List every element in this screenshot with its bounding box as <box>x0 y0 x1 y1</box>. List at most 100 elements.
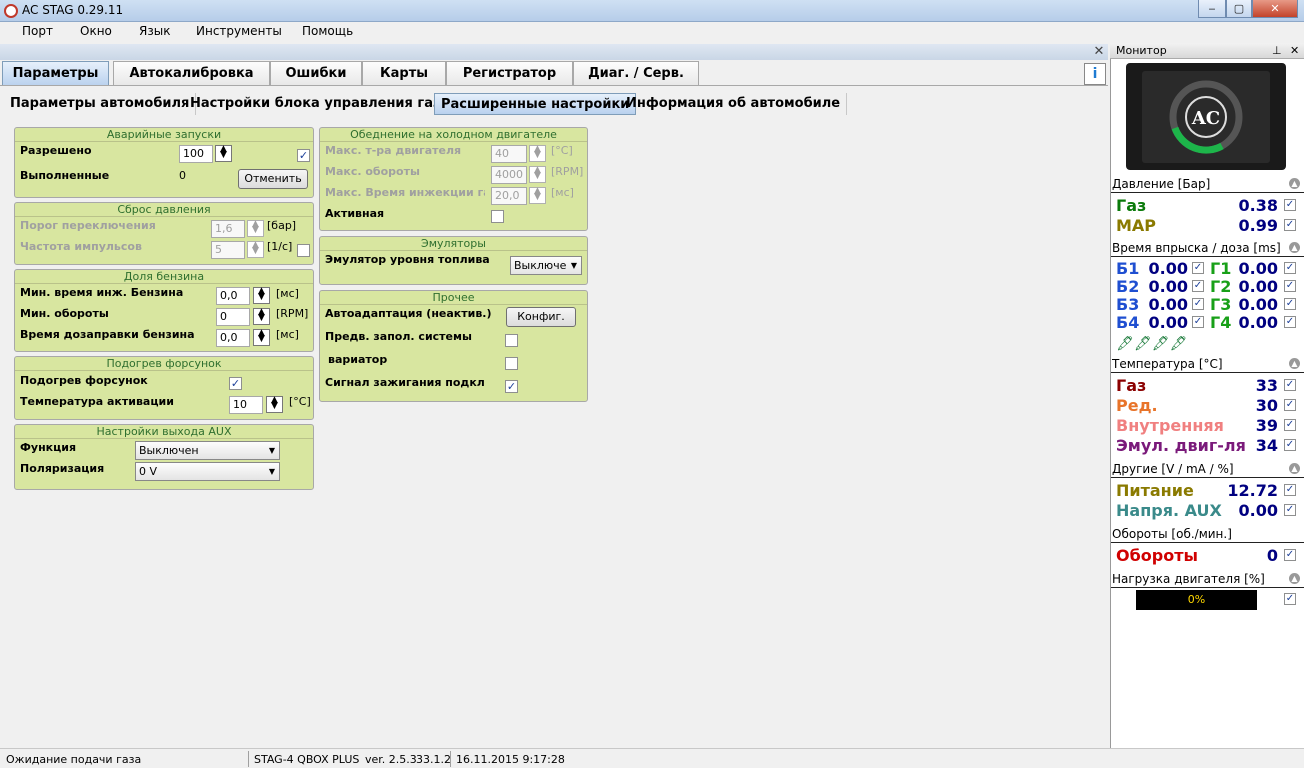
injection-gas-checkbox[interactable]: ✓ <box>1284 298 1296 310</box>
config-button[interactable]: Конфиг. <box>506 307 576 327</box>
injection-petrol-checkbox[interactable]: ✓ <box>1192 280 1204 292</box>
other-header: Другие [V / mA / %] ▲ <box>1111 460 1304 478</box>
injection-petrol-checkbox[interactable]: ✓ <box>1192 298 1204 310</box>
injection-gas-checkbox[interactable]: ✓ <box>1284 280 1296 292</box>
refuel-time-label: Время дозаправки бензина <box>20 328 195 341</box>
menu-help[interactable]: Помощь <box>302 24 353 38</box>
ignition-signal-checkbox[interactable]: ✓ <box>505 380 518 393</box>
max-engine-temp-label: Макс. т-ра двигателя <box>325 144 462 157</box>
allowed-checkbox[interactable]: ✓ <box>297 149 310 162</box>
allowed-spinner[interactable]: ▲ ▼ <box>215 145 232 162</box>
subtab-car-params[interactable]: Параметры автомобиля <box>4 93 197 115</box>
collapse-icon: ▲ <box>1289 178 1300 189</box>
refuel-time-spinner[interactable]: ▲ ▼ <box>253 329 270 346</box>
aux-polarity-value: 0 V <box>139 465 158 478</box>
menu-tools[interactable]: Инструменты <box>196 24 282 38</box>
pressure-gas-label: Газ <box>1116 196 1147 215</box>
close-button[interactable]: ✕ <box>1252 0 1298 18</box>
injection-gas-checkbox[interactable]: ✓ <box>1284 316 1296 328</box>
temp-checkbox[interactable]: ✓ <box>1284 379 1296 391</box>
max-rpm-spinner[interactable]: ▲ ▼ <box>529 166 546 183</box>
load-checkbox[interactable]: ✓ <box>1284 593 1296 605</box>
min-rpm-spinner[interactable]: ▲ ▼ <box>253 308 270 325</box>
status-separator <box>248 751 249 767</box>
subtab-ecu-settings[interactable]: Настройки блока управления газа <box>184 93 457 115</box>
collapse-icon: ▲ <box>1289 573 1300 584</box>
threshold-spinner[interactable]: ▲ ▼ <box>247 220 264 237</box>
group-title: Подогрев форсунок <box>15 357 313 371</box>
tab-divider <box>0 85 1108 86</box>
pressure-map-checkbox[interactable]: ✓ <box>1284 219 1296 231</box>
heat-enable-checkbox[interactable]: ✓ <box>229 377 242 390</box>
max-engine-temp-input[interactable]: 40 <box>491 145 527 163</box>
tab-diag-service[interactable]: Диаг. / Серв. <box>573 61 699 86</box>
other-checkbox[interactable]: ✓ <box>1284 504 1296 516</box>
threshold-unit: [бар] <box>267 219 297 232</box>
injection-petrol-value: 0.00 <box>1148 313 1188 332</box>
injection-gas-value: 0.00 <box>1238 277 1278 296</box>
allowed-input[interactable]: 100 <box>179 145 213 163</box>
injection-petrol-checkbox[interactable]: ✓ <box>1192 262 1204 274</box>
menu-window[interactable]: Окно <box>80 24 112 38</box>
panel-close-icon[interactable]: ✕ <box>1092 45 1106 60</box>
cancel-button[interactable]: Отменить <box>238 169 308 189</box>
fuel-level-emulator-select[interactable]: Выключе ▼ <box>510 256 582 275</box>
threshold-label: Порог переключения <box>20 219 156 232</box>
min-rpm-input[interactable]: 0 <box>216 308 250 326</box>
other-checkbox[interactable]: ✓ <box>1284 484 1296 496</box>
freq-input[interactable]: 5 <box>211 241 245 259</box>
info-icon[interactable]: i <box>1084 63 1106 85</box>
collapse-icon: ▲ <box>1289 242 1300 253</box>
variator-checkbox[interactable] <box>505 357 518 370</box>
max-engine-temp-spinner[interactable]: ▲ ▼ <box>529 145 546 162</box>
menu-language[interactable]: Язык <box>139 24 170 38</box>
tab-autocalibration[interactable]: Автокалибровка <box>113 61 270 86</box>
minimize-button[interactable]: ‒ <box>1198 0 1226 18</box>
max-rpm-input[interactable]: 4000 <box>491 166 527 184</box>
tab-recorder[interactable]: Регистратор <box>446 61 573 86</box>
maximize-button[interactable]: ▢ <box>1226 0 1252 18</box>
temp-checkbox[interactable]: ✓ <box>1284 399 1296 411</box>
temp-checkbox[interactable]: ✓ <box>1284 439 1296 451</box>
refuel-time-input[interactable]: 0,0 <box>216 329 250 347</box>
activation-temp-input[interactable]: 10 <box>229 396 263 414</box>
max-inj-time-input[interactable]: 20,0 <box>491 187 527 205</box>
min-inj-label: Мин. время инж. Бензина <box>20 286 184 299</box>
subtab-advanced[interactable]: Расширенные настройки <box>434 93 637 115</box>
tab-errors[interactable]: Ошибки <box>270 61 362 86</box>
tab-parameters[interactable]: Параметры <box>2 61 109 86</box>
svg-text:AC: AC <box>1191 108 1220 129</box>
aux-polarity-select[interactable]: 0 V ▼ <box>135 462 280 481</box>
cold-lean-active-checkbox[interactable] <box>491 210 504 223</box>
prefill-checkbox[interactable] <box>505 334 518 347</box>
min-inj-input[interactable]: 0,0 <box>216 287 250 305</box>
chevron-down-icon: ▼ <box>570 261 577 270</box>
pressure-gas-checkbox[interactable]: ✓ <box>1284 199 1296 211</box>
other-value: 0.00 <box>1238 501 1278 520</box>
injection-petrol-value: 0.00 <box>1148 277 1188 296</box>
injection-petrol-checkbox[interactable]: ✓ <box>1192 316 1204 328</box>
aux-function-select[interactable]: Выключен ▼ <box>135 441 280 460</box>
injection-petrol-value: 0.00 <box>1148 259 1188 278</box>
freq-label: Частота импульсов <box>20 240 142 253</box>
activation-temp-spinner[interactable]: ▲ ▼ <box>266 396 283 413</box>
freq-spinner[interactable]: ▲ ▼ <box>247 241 264 258</box>
cold-lean-active-label: Активная <box>325 207 385 220</box>
min-inj-spinner[interactable]: ▲ ▼ <box>253 287 270 304</box>
temp-checkbox[interactable]: ✓ <box>1284 419 1296 431</box>
fuel-level-emulator-value: Выключе <box>514 259 567 272</box>
monitor-close-icon[interactable]: ✕ <box>1290 44 1299 57</box>
freq-checkbox[interactable] <box>297 244 310 257</box>
app-icon <box>4 4 18 18</box>
max-inj-time-spinner[interactable]: ▲ ▼ <box>529 187 546 204</box>
tab-maps[interactable]: Карты <box>362 61 446 86</box>
temp-value: 34 <box>1255 436 1278 455</box>
threshold-input[interactable]: 1,6 <box>211 220 245 238</box>
subtab-car-info[interactable]: Информация об автомобиле <box>620 93 848 115</box>
rpm-checkbox[interactable]: ✓ <box>1284 549 1296 561</box>
pin-icon[interactable]: ⊥ <box>1272 44 1282 57</box>
menu-port[interactable]: Порт <box>22 24 53 38</box>
group-title: Прочее <box>320 291 587 305</box>
status-datetime: 16.11.2015 9:17:28 <box>456 753 565 766</box>
injection-gas-checkbox[interactable]: ✓ <box>1284 262 1296 274</box>
